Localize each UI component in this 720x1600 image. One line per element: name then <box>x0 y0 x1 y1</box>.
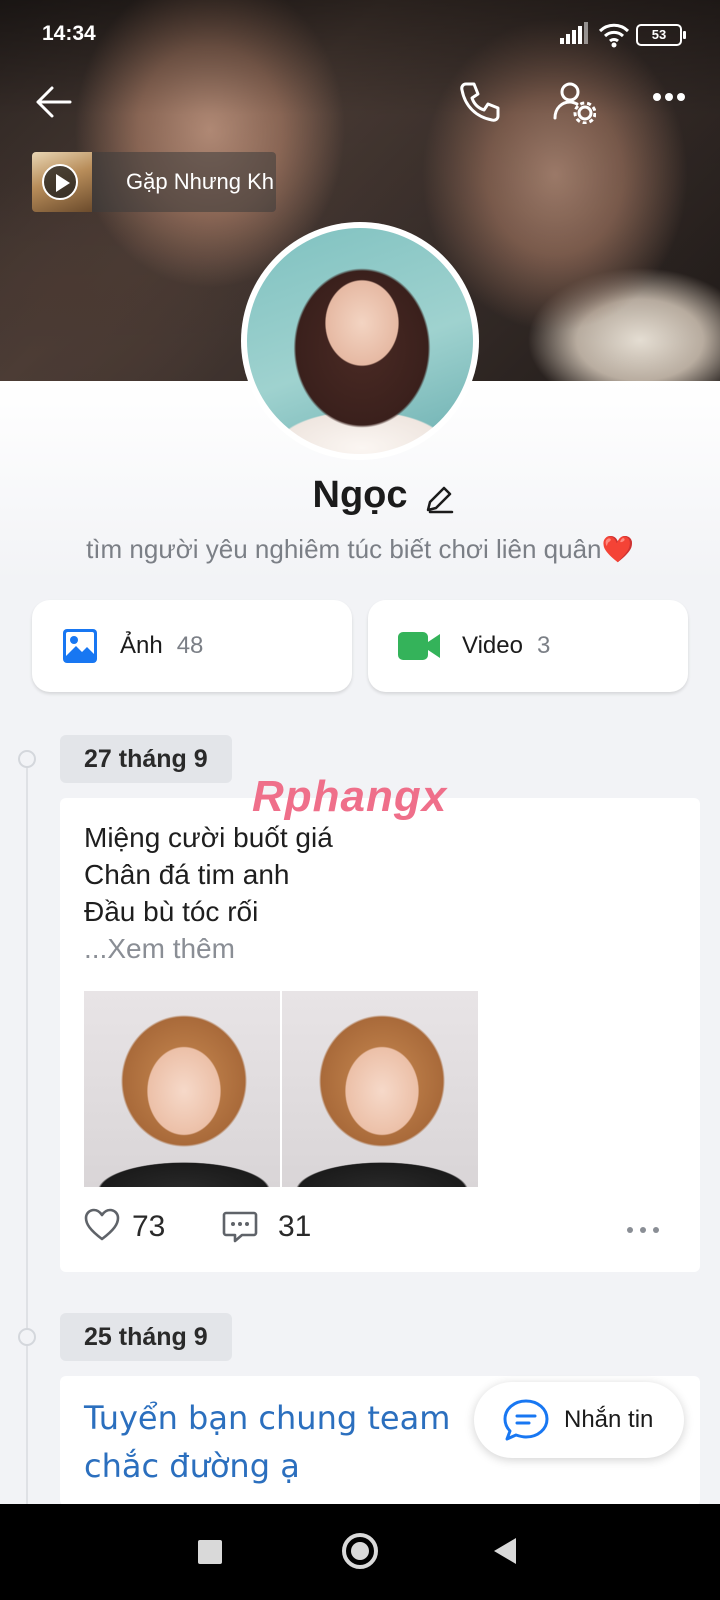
post-photo[interactable] <box>282 991 478 1187</box>
heart-emoji: ❤️ <box>601 534 634 564</box>
photos-count: 48 <box>176 632 204 659</box>
edit-icon[interactable] <box>424 484 454 514</box>
comment-icon[interactable] <box>222 1210 258 1244</box>
post-text-line: Đầu bù tóc rối <box>84 896 259 927</box>
profile-bio: tìm người yêu nghiêm túc biết chơi liên … <box>0 534 720 565</box>
nav-back-icon[interactable] <box>494 1538 516 1564</box>
back-icon[interactable] <box>34 84 74 120</box>
see-more-link[interactable]: ...Xem thêm <box>84 933 235 965</box>
timeline-dot <box>18 750 36 768</box>
timeline-dot <box>18 1328 36 1346</box>
video-icon <box>398 632 440 660</box>
more-icon[interactable] <box>652 92 686 102</box>
avatar-image <box>247 228 473 454</box>
profile-name: Ngọc <box>312 474 408 516</box>
heart-icon[interactable] <box>84 1208 120 1242</box>
message-button-label: Nhắn tin <box>564 1406 654 1433</box>
home-icon[interactable] <box>342 1533 378 1569</box>
status-time: 14:34 <box>42 22 96 45</box>
post-text-line: Miệng cười buốt giá <box>84 822 333 853</box>
photos-label: Ảnh <box>120 632 163 659</box>
post-photo[interactable] <box>84 991 280 1187</box>
system-nav-bar <box>0 1504 720 1600</box>
timeline-line <box>26 758 28 1518</box>
wifi-icon <box>598 23 630 48</box>
post-text: Tuyển bạn chung team chắc đường ạ <box>84 1399 451 1485</box>
comment-count: 31 <box>278 1210 312 1243</box>
post-date-chip: 27 tháng 9 <box>60 735 232 783</box>
videos-card[interactable]: Video 3 <box>368 600 688 692</box>
videos-count: 3 <box>536 632 551 659</box>
chat-icon <box>503 1399 549 1441</box>
music-cover-thumbnail <box>32 152 92 212</box>
phone-icon[interactable] <box>458 80 502 124</box>
photo-icon <box>63 629 97 663</box>
post-more-icon[interactable] <box>626 1226 660 1234</box>
post-card[interactable]: Miệng cười buốt giá Chân đá tim anh Đầu … <box>60 798 700 1272</box>
play-icon[interactable] <box>42 164 78 200</box>
watermark: Rphangx <box>252 772 448 821</box>
status-bar: 14:34 53 <box>0 0 720 70</box>
battery-level: 53 <box>651 27 667 42</box>
like-count: 73 <box>132 1210 166 1243</box>
message-button[interactable]: Nhắn tin <box>474 1382 684 1458</box>
post-date-chip: 25 tháng 9 <box>60 1313 232 1361</box>
post-text-line: Chân đá tim anh <box>84 859 290 890</box>
profile-settings-icon[interactable] <box>552 80 596 124</box>
signal-icon <box>560 22 588 44</box>
battery-icon: 53 <box>636 24 686 46</box>
recents-icon[interactable] <box>198 1540 222 1564</box>
profile-bio-text: tìm người yêu nghiêm túc biết chơi liên … <box>86 534 602 564</box>
avatar[interactable] <box>241 222 479 460</box>
music-title: Gặp Nhưng Không Ở Lại <box>126 169 274 194</box>
photos-card[interactable]: Ảnh 48 <box>32 600 352 692</box>
videos-label: Video <box>462 632 523 659</box>
profile-music-chip[interactable]: Gặp Nhưng Không Ở Lại <box>32 152 276 212</box>
